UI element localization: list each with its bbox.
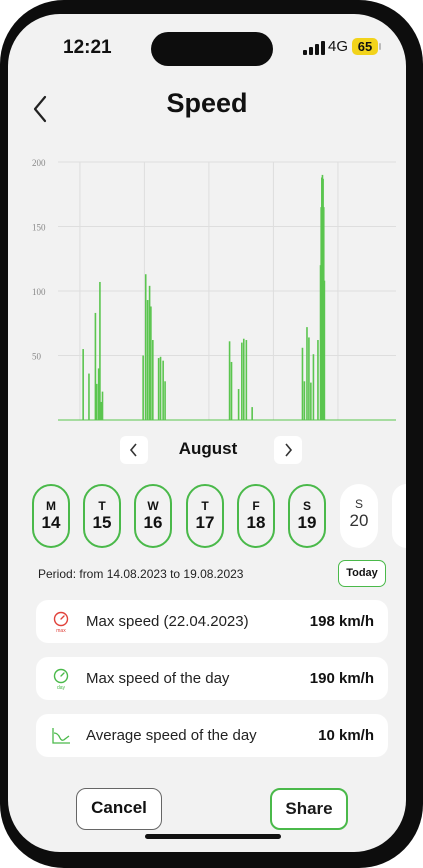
battery-icon: 65 bbox=[352, 38, 378, 55]
speed-bar bbox=[159, 356, 162, 420]
speed-bar bbox=[88, 373, 90, 420]
stat-value: 198 km/h bbox=[309, 613, 374, 630]
speed-bar bbox=[242, 338, 245, 420]
day-chip-15[interactable]: T 15 bbox=[83, 484, 121, 548]
day-chip-18[interactable]: F 18 bbox=[237, 484, 275, 548]
dynamic-island bbox=[151, 32, 273, 66]
day-chip-16[interactable]: W 16 bbox=[134, 484, 172, 548]
y-tick-label: 200 bbox=[32, 158, 46, 168]
next-month-button[interactable] bbox=[274, 436, 302, 464]
day-date: 14 bbox=[41, 513, 61, 532]
stat-max-speed: max Max speed (22.04.2023) 198 km/h bbox=[36, 600, 388, 643]
speed-bar bbox=[164, 381, 166, 420]
stat-label: Max speed (22.04.2023) bbox=[86, 613, 249, 630]
day-chip-14[interactable]: M 14 bbox=[32, 484, 70, 548]
day-weekday: S bbox=[354, 497, 363, 511]
stat-average-speed: Average speed of the day 10 km/h bbox=[36, 714, 388, 757]
month-navigator: August bbox=[8, 434, 406, 468]
day-date: 19 bbox=[297, 513, 317, 532]
speed-bar bbox=[101, 391, 104, 420]
cancel-button[interactable]: Cancel bbox=[76, 788, 162, 830]
day-date: 16 bbox=[143, 513, 163, 532]
status-time: 12:21 bbox=[63, 37, 112, 58]
chevron-right-icon bbox=[285, 443, 293, 457]
speed-bar bbox=[312, 354, 315, 420]
speed-bar bbox=[317, 340, 319, 420]
speedometer-day-icon: day bbox=[53, 668, 69, 690]
day-date: 17 bbox=[195, 513, 215, 532]
status-bar: 12:21 4G 65 bbox=[8, 14, 406, 74]
phone-frame: 12:21 4G 65 Speed 20015010050Tue 15Wed 1… bbox=[0, 0, 423, 868]
speed-bar bbox=[157, 358, 160, 420]
speed-bar bbox=[228, 341, 231, 420]
day-date: 18 bbox=[246, 513, 266, 532]
page-title: Speed bbox=[166, 88, 248, 118]
speed-bar bbox=[251, 407, 253, 420]
speed-bar bbox=[308, 337, 310, 420]
home-indicator bbox=[145, 834, 281, 839]
speed-bar bbox=[146, 300, 149, 420]
share-button[interactable]: Share bbox=[270, 788, 348, 830]
speed-bar bbox=[306, 327, 308, 420]
speed-bar bbox=[144, 274, 147, 420]
speed-bar bbox=[301, 347, 304, 420]
day-selector: M 14 T 15 W 16 T 17 F 18 S 19 S 20 bbox=[8, 484, 406, 554]
speed-chart: 20015010050Tue 15Wed 16Thu 17Fri 18Sat 1… bbox=[32, 158, 396, 421]
day-date: 20 bbox=[349, 511, 369, 530]
day-chip-20[interactable]: S 20 bbox=[340, 484, 378, 548]
day-weekday: S bbox=[302, 499, 311, 513]
speed-bar bbox=[237, 389, 240, 420]
day-chip-17[interactable]: T 17 bbox=[186, 484, 224, 548]
speed-bar bbox=[230, 361, 233, 420]
speed-bar bbox=[99, 281, 101, 420]
period-text: Period: from 14.08.2023 to 19.08.2023 bbox=[38, 567, 244, 581]
app-screen: 12:21 4G 65 Speed 20015010050Tue 15Wed 1… bbox=[8, 14, 406, 852]
speed-bar bbox=[142, 355, 144, 420]
speed-bar bbox=[245, 340, 248, 420]
speed-bar bbox=[303, 381, 306, 420]
average-graph-icon bbox=[52, 728, 70, 744]
speedometer-max-caption: max bbox=[56, 628, 66, 633]
y-tick-label: 150 bbox=[32, 223, 46, 233]
day-weekday: F bbox=[252, 499, 260, 513]
prev-month-button[interactable] bbox=[120, 436, 148, 464]
y-tick-label: 50 bbox=[32, 352, 42, 362]
speed-bar bbox=[310, 382, 312, 420]
speed-bar bbox=[323, 280, 326, 420]
day-chip-next-partial[interactable] bbox=[392, 484, 406, 548]
speed-bar bbox=[152, 340, 154, 420]
speed-bar bbox=[82, 349, 84, 420]
day-chip-19[interactable]: S 19 bbox=[288, 484, 326, 548]
day-weekday: W bbox=[147, 499, 159, 513]
speedometer-max-icon: max bbox=[53, 611, 69, 633]
chevron-left-icon bbox=[129, 443, 137, 457]
battery-tip bbox=[379, 43, 381, 50]
stat-value: 190 km/h bbox=[309, 670, 374, 687]
today-button[interactable]: Today bbox=[338, 560, 386, 587]
day-date: 15 bbox=[92, 513, 112, 532]
speed-bar bbox=[95, 383, 98, 420]
stat-label: Average speed of the day bbox=[86, 727, 257, 744]
stat-max-speed-day: day Max speed of the day 190 km/h bbox=[36, 657, 388, 700]
day-weekday: M bbox=[46, 499, 56, 513]
speed-bar bbox=[241, 342, 243, 420]
speed-bar bbox=[162, 360, 164, 420]
day-weekday: T bbox=[201, 499, 209, 513]
y-tick-label: 100 bbox=[32, 287, 46, 297]
speedometer-day-caption: day bbox=[57, 685, 66, 690]
month-label: August bbox=[178, 439, 238, 458]
speed-bar bbox=[150, 306, 152, 420]
network-type: 4G bbox=[328, 38, 349, 55]
signal-icon bbox=[303, 41, 325, 55]
day-weekday: T bbox=[98, 499, 106, 513]
stat-value: 10 km/h bbox=[318, 727, 374, 744]
stat-label: Max speed of the day bbox=[86, 670, 230, 687]
